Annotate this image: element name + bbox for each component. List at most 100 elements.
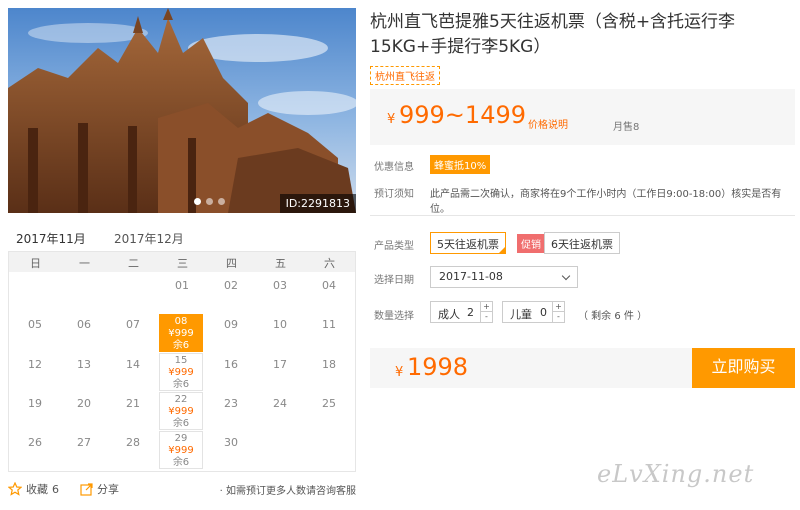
day-cell: 24 xyxy=(273,397,287,410)
weekday-sun: 日 xyxy=(30,257,41,270)
chevron-down-icon xyxy=(561,271,571,281)
day-cell: 30 xyxy=(224,436,238,449)
star-icon xyxy=(8,482,22,496)
day-price: ¥999 xyxy=(168,406,194,417)
favorite-button[interactable]: 收藏 6 xyxy=(8,481,59,497)
product-type-option-6day[interactable]: 6天往返机票 xyxy=(544,232,620,254)
day-price: ¥999 xyxy=(168,328,194,339)
weekday-header: 日 一 二 三 四 五 六 xyxy=(9,252,355,272)
weekday-fri: 五 xyxy=(275,257,286,270)
day-cell: 20 xyxy=(77,397,91,410)
adult-quantity-stepper[interactable]: 成人 2 + - xyxy=(430,301,493,323)
calendar-grid: 日 一 二 三 四 五 六 01 02 03 04 05 06 07 08 ¥9… xyxy=(8,252,356,472)
route-tag: 杭州直飞往返 xyxy=(370,66,440,85)
carousel-dots xyxy=(194,198,225,205)
day-stock: 余6 xyxy=(172,457,190,468)
day-cell: 28 xyxy=(126,436,140,449)
product-type-option-5day[interactable]: 5天往返机票 xyxy=(430,232,506,254)
child-label: 儿童 xyxy=(510,308,532,321)
child-plus-button[interactable]: + xyxy=(553,302,564,312)
carousel-dot[interactable] xyxy=(194,198,201,205)
price-range: 999~1499 xyxy=(399,101,526,129)
promo-badge: 促销 xyxy=(517,234,545,253)
consult-service-note: · 如需预订更多人数请咨询客服 xyxy=(219,486,356,497)
divider xyxy=(370,215,795,216)
adult-plus-button[interactable]: + xyxy=(481,302,492,312)
share-icon xyxy=(80,482,93,496)
day-cell: 07 xyxy=(126,318,140,331)
day-cell: 14 xyxy=(126,358,140,371)
calendar-day-priced[interactable]: 08 ¥999 余6 xyxy=(159,314,203,352)
price-currency: ¥ xyxy=(387,112,396,127)
remaining-stock: （ 剩余 6 件 ） xyxy=(578,311,648,322)
date-value: 2017-11-08 xyxy=(439,270,503,283)
day-cell: 06 xyxy=(77,318,91,331)
day-cell: 02 xyxy=(224,279,238,292)
price-box: ¥ 999~1499 价格说明 月售8 xyxy=(370,89,795,145)
total-currency: ¥ xyxy=(395,365,404,380)
weekday-mon: 一 xyxy=(79,257,90,270)
day-cell: 01 xyxy=(175,279,189,292)
share-label: 分享 xyxy=(97,483,119,496)
day-cell: 25 xyxy=(322,397,336,410)
day-cell: 09 xyxy=(224,318,238,331)
child-minus-button[interactable]: - xyxy=(553,312,564,322)
day-cell: 05 xyxy=(28,318,42,331)
image-id-label: ID:2291813 xyxy=(279,194,356,213)
day-number: 22 xyxy=(174,394,188,405)
child-value[interactable]: 0 xyxy=(540,306,547,319)
day-cell: 23 xyxy=(224,397,238,410)
month-tabs: 2017年11月 2017年12月 xyxy=(8,226,356,256)
day-price: ¥999 xyxy=(168,445,194,456)
child-quantity-stepper[interactable]: 儿童 0 + - xyxy=(502,301,565,323)
price-explanation-link[interactable]: 价格说明 xyxy=(528,116,568,131)
notice-label: 预订须知 xyxy=(374,189,414,200)
day-cell: 16 xyxy=(224,358,238,371)
day-cell: 04 xyxy=(322,279,336,292)
tab-month-nov[interactable]: 2017年11月 xyxy=(10,230,92,256)
day-number: 29 xyxy=(174,433,188,444)
day-cell: 10 xyxy=(273,318,287,331)
product-photo[interactable]: ID:2291813 xyxy=(8,8,356,213)
day-cell: 26 xyxy=(28,436,42,449)
notice-text: 此产品需二次确认，商家将在9个工作小时内（工作日9:00-18:00）核实是否有… xyxy=(430,189,782,215)
day-number: 15 xyxy=(174,355,188,366)
day-cell: 19 xyxy=(28,397,42,410)
day-cell: 21 xyxy=(126,397,140,410)
product-title: 杭州直飞芭提雅5天往返机票（含税+含托运行李15KG+手提行李5KG） xyxy=(370,12,736,57)
day-cell: 11 xyxy=(322,318,336,331)
temple-image xyxy=(8,8,356,213)
carousel-dot[interactable] xyxy=(206,198,213,205)
buy-now-button[interactable]: 立即购买 xyxy=(692,348,795,388)
product-type-label: 产品类型 xyxy=(374,241,414,252)
day-cell: 17 xyxy=(273,358,287,371)
discount-label: 优惠信息 xyxy=(374,162,414,173)
day-number: 08 xyxy=(174,316,188,327)
adult-minus-button[interactable]: - xyxy=(481,312,492,322)
total-price: 1998 xyxy=(407,353,469,381)
day-cell: 27 xyxy=(77,436,91,449)
favorite-share-bar: 收藏 6 分享 · 如需预订更多人数请咨询客服 xyxy=(8,481,356,499)
favorite-label: 收藏 xyxy=(26,483,48,496)
day-cell: 13 xyxy=(77,358,91,371)
favorite-count: 6 xyxy=(52,482,59,496)
calendar-day-priced[interactable]: 15 ¥999 余6 xyxy=(159,353,203,391)
monthly-sales: 月售8 xyxy=(613,122,640,133)
weekday-wed: 三 xyxy=(177,257,188,270)
day-stock: 余6 xyxy=(172,418,190,429)
day-price: ¥999 xyxy=(168,367,194,378)
date-select[interactable]: 2017-11-08 xyxy=(430,266,578,288)
day-cell: 03 xyxy=(273,279,287,292)
weekday-thu: 四 xyxy=(226,257,237,270)
day-stock: 余6 xyxy=(172,340,190,351)
carousel-dot[interactable] xyxy=(218,198,225,205)
calendar-day-priced[interactable]: 22 ¥999 余6 xyxy=(159,392,203,430)
tab-month-dec[interactable]: 2017年12月 xyxy=(114,230,184,247)
adult-value[interactable]: 2 xyxy=(467,306,474,319)
calendar-day-priced[interactable]: 29 ¥999 余6 xyxy=(159,431,203,469)
discount-badge: 蜂蜜抵10% xyxy=(430,155,491,174)
watermark: eLvXing.net xyxy=(597,460,755,488)
share-button[interactable]: 分享 xyxy=(80,481,119,497)
adult-label: 成人 xyxy=(438,308,460,321)
weekday-tue: 二 xyxy=(128,257,139,270)
